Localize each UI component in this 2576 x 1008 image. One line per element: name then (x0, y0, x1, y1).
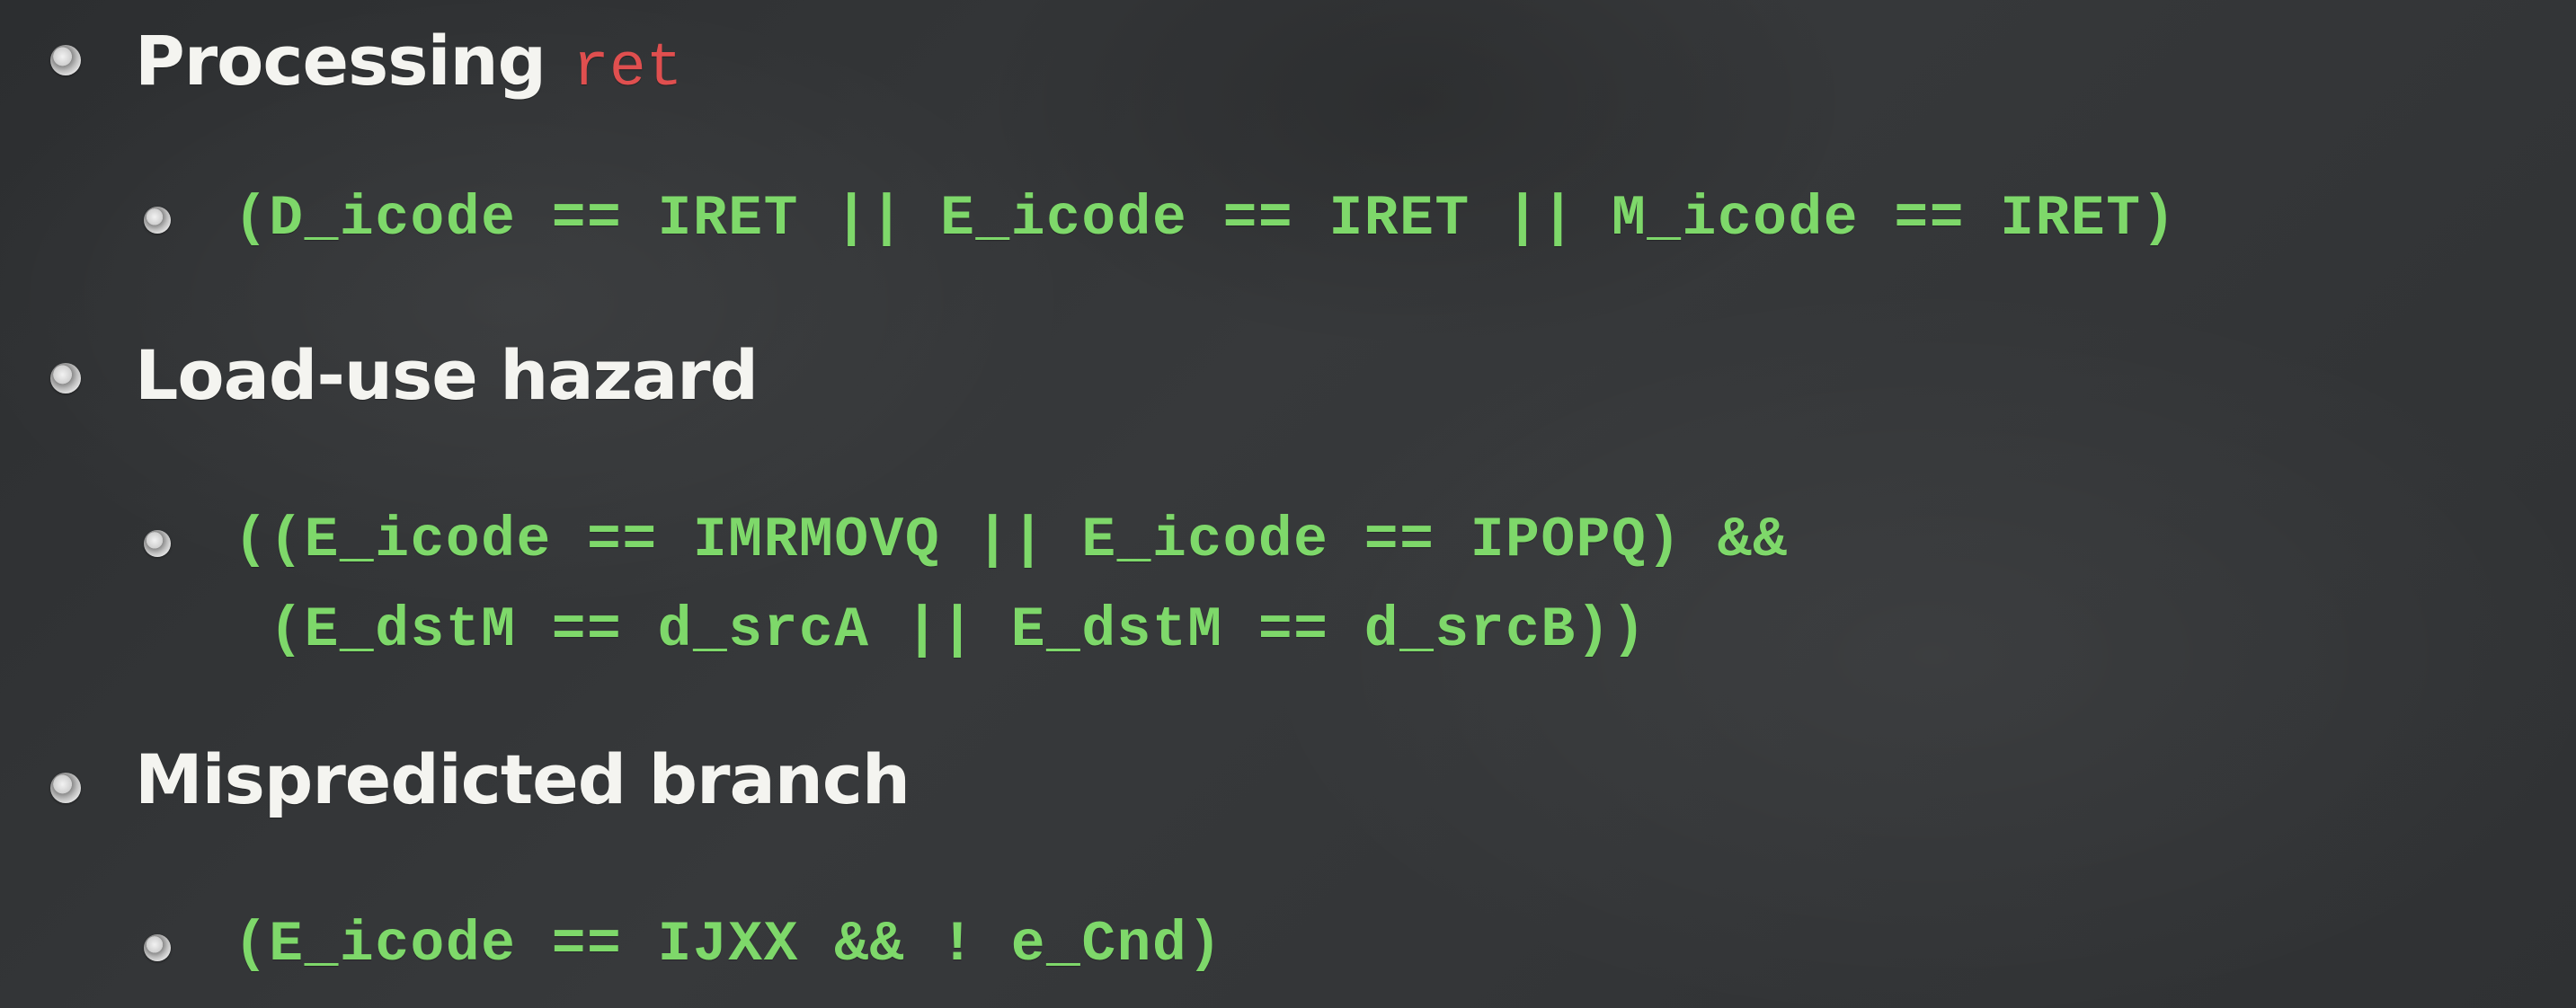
heading-keyword: ret (573, 34, 683, 103)
bullet-icon (50, 45, 81, 75)
heading-load-use-hazard: Load-use hazard (135, 335, 759, 415)
code-line-ret-condition: (D_icode == IRET || E_icode == IRET || M… (234, 187, 2177, 251)
code-line-branch-condition: (E_icode == IJXX && ! e_Cnd) (234, 913, 1223, 977)
heading-processing-ret: Processing ret (135, 27, 682, 100)
code-line-load-use-1: ((E_icode == IMRMOVQ || E_icode == IPOPQ… (234, 508, 1789, 572)
bullet-icon (50, 773, 81, 803)
code-line-load-use-2: (E_dstM == d_srcA || E_dstM == d_srcB)) (234, 598, 1648, 662)
bullet-icon (50, 363, 81, 393)
heading-mispredicted-branch: Mispredicted branch (135, 739, 910, 819)
sub-bullet-icon (144, 207, 171, 234)
sub-bullet-icon (144, 934, 171, 961)
heading-text: Processing (135, 21, 546, 101)
slide: Processing ret (D_icode == IRET || E_icod… (0, 0, 2576, 1008)
sub-bullet-icon (144, 530, 171, 557)
